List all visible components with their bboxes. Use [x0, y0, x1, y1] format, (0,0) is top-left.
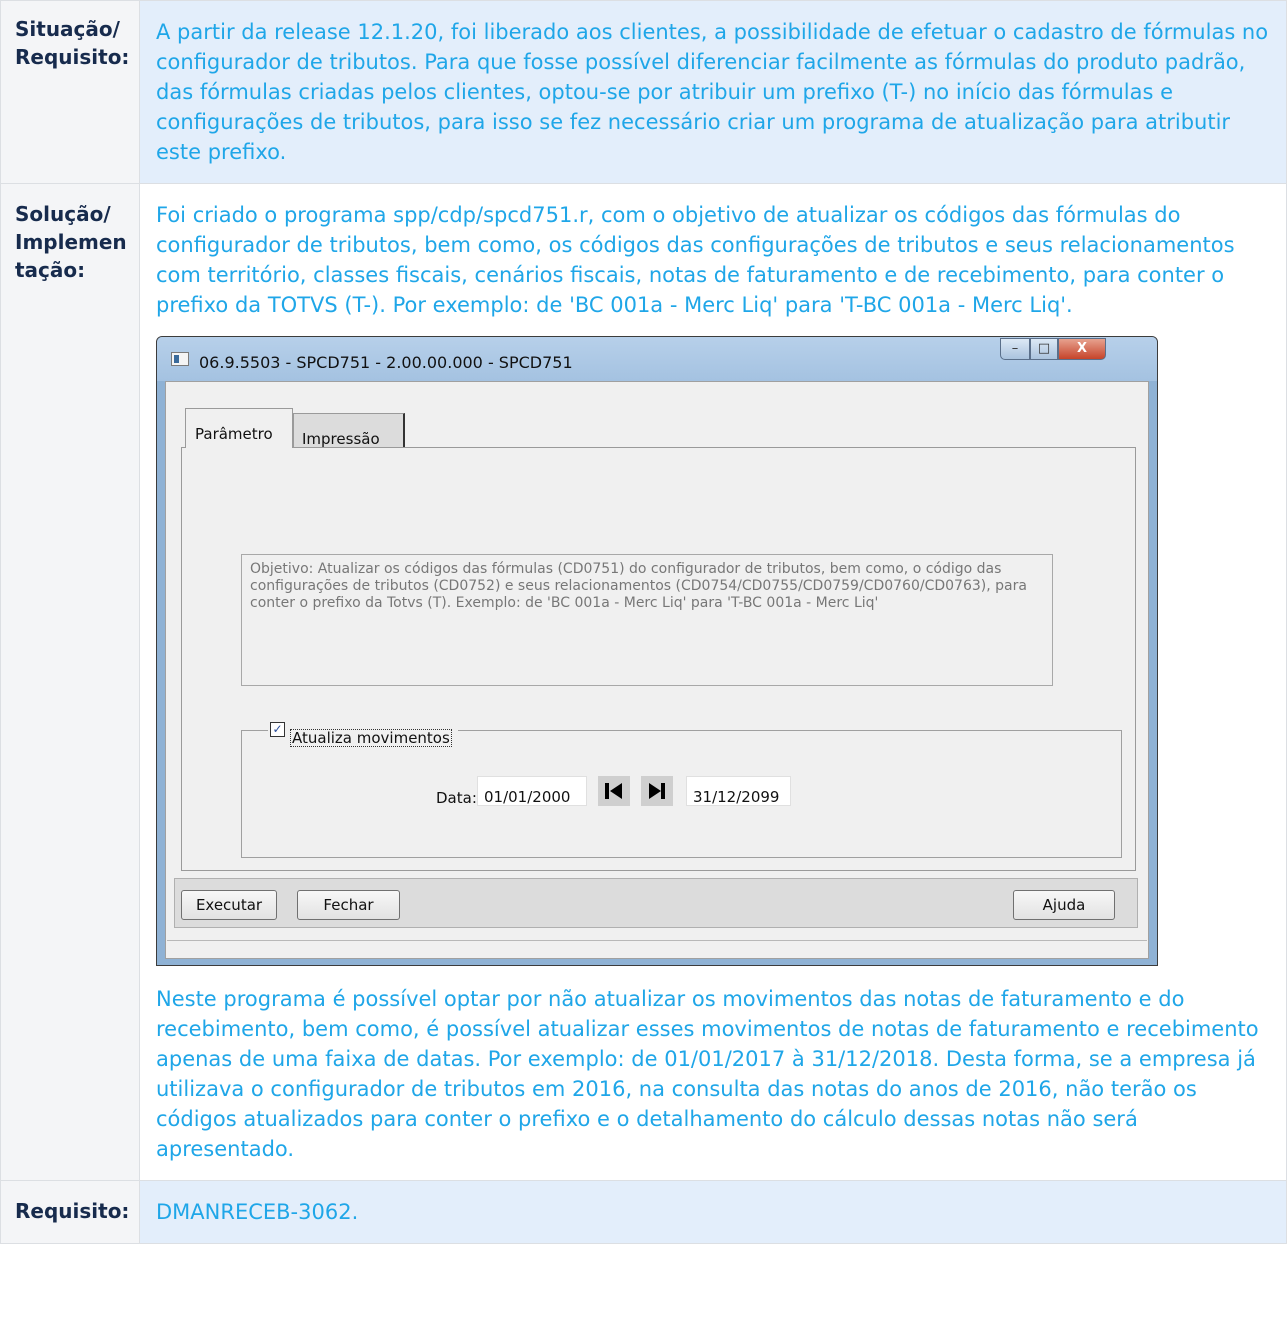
solution-text-details: Neste programa é possível optar por não … — [156, 987, 1259, 1161]
maximize-button[interactable]: □ — [1030, 338, 1058, 360]
dialog-window: 06.9.5503 - SPCD751 - 2.00.00.000 - SPCD… — [156, 336, 1158, 966]
first-date-icon-bar — [605, 783, 609, 799]
solution-text-intro: Foi criado o programa spp/cdp/spcd751.r,… — [156, 203, 1235, 317]
dialog-client-area: Parâmetro Impressão Objetivo: Atualizar … — [165, 381, 1149, 959]
solution-cell: Foi criado o programa spp/cdp/spcd751.r,… — [139, 183, 1287, 1181]
date-start-input[interactable]: 01/01/2000 — [477, 776, 587, 806]
close-window-button[interactable]: X — [1058, 338, 1106, 360]
tab-parametro[interactable]: Parâmetro — [185, 408, 293, 448]
date-end-input[interactable]: 31/12/2099 — [686, 776, 791, 806]
update-movements-toggle[interactable]: ✓ Atualiza movimentos — [268, 721, 458, 747]
requirement-label: Requisito: — [0, 1180, 140, 1244]
tab-impressao[interactable]: Impressão — [293, 413, 405, 448]
situation-row: Situação/ Requisito: A partir da release… — [0, 0, 1287, 184]
update-movements-checkbox[interactable]: ✓ — [270, 722, 285, 737]
dialog-button-bar: Executar Fechar Ajuda — [174, 878, 1138, 928]
status-bar — [167, 940, 1147, 958]
requirement-cell: DMANRECEB-3062. — [139, 1180, 1287, 1244]
requirement-id[interactable]: DMANRECEB-3062. — [156, 1200, 358, 1224]
first-date-icon — [610, 783, 622, 799]
dialog-titlebar[interactable]: 06.9.5503 - SPCD751 - 2.00.00.000 - SPCD… — [157, 337, 1157, 381]
minimize-button[interactable]: – — [1000, 338, 1030, 360]
situation-text: A partir da release 12.1.20, foi liberad… — [156, 20, 1269, 164]
situation-label-line: Situação/ — [15, 17, 120, 41]
objective-text-box: Objetivo: Atualizar os códigos das fórmu… — [241, 554, 1053, 686]
solution-row: Solução/ Implemen tação: Foi criado o pr… — [0, 183, 1287, 1181]
dialog-title: 06.9.5503 - SPCD751 - 2.00.00.000 - SPCD… — [199, 353, 573, 372]
situation-label-line: Requisito: — [15, 45, 130, 69]
release-notes-table: Situação/ Requisito: A partir da release… — [0, 0, 1287, 1244]
last-date-icon — [649, 783, 661, 799]
help-button[interactable]: Ajuda — [1013, 890, 1115, 920]
situation-label: Situação/ Requisito: — [0, 0, 140, 184]
requirement-row: Requisito: DMANRECEB-3062. — [0, 1180, 1287, 1244]
last-date-icon-bar — [661, 783, 665, 799]
solution-label-line: Implemen — [15, 230, 127, 254]
execute-button[interactable]: Executar — [181, 890, 277, 920]
situation-cell: A partir da release 12.1.20, foi liberad… — [139, 0, 1287, 184]
close-button[interactable]: Fechar — [297, 890, 400, 920]
app-window-icon — [171, 352, 189, 366]
solution-label: Solução/ Implemen tação: — [0, 183, 140, 1181]
date-label: Data: — [436, 789, 477, 807]
first-date-button[interactable] — [598, 776, 630, 806]
movements-group: ✓ Atualiza movimentos Data: 01/01/2000 3… — [241, 721, 1122, 858]
solution-label-line: Solução/ — [15, 202, 111, 226]
solution-label-line: tação: — [15, 258, 86, 282]
tab-panel-parametro: Objetivo: Atualizar os códigos das fórmu… — [181, 447, 1136, 871]
last-date-button[interactable] — [641, 776, 673, 806]
update-movements-label[interactable]: Atualiza movimentos — [290, 729, 452, 747]
